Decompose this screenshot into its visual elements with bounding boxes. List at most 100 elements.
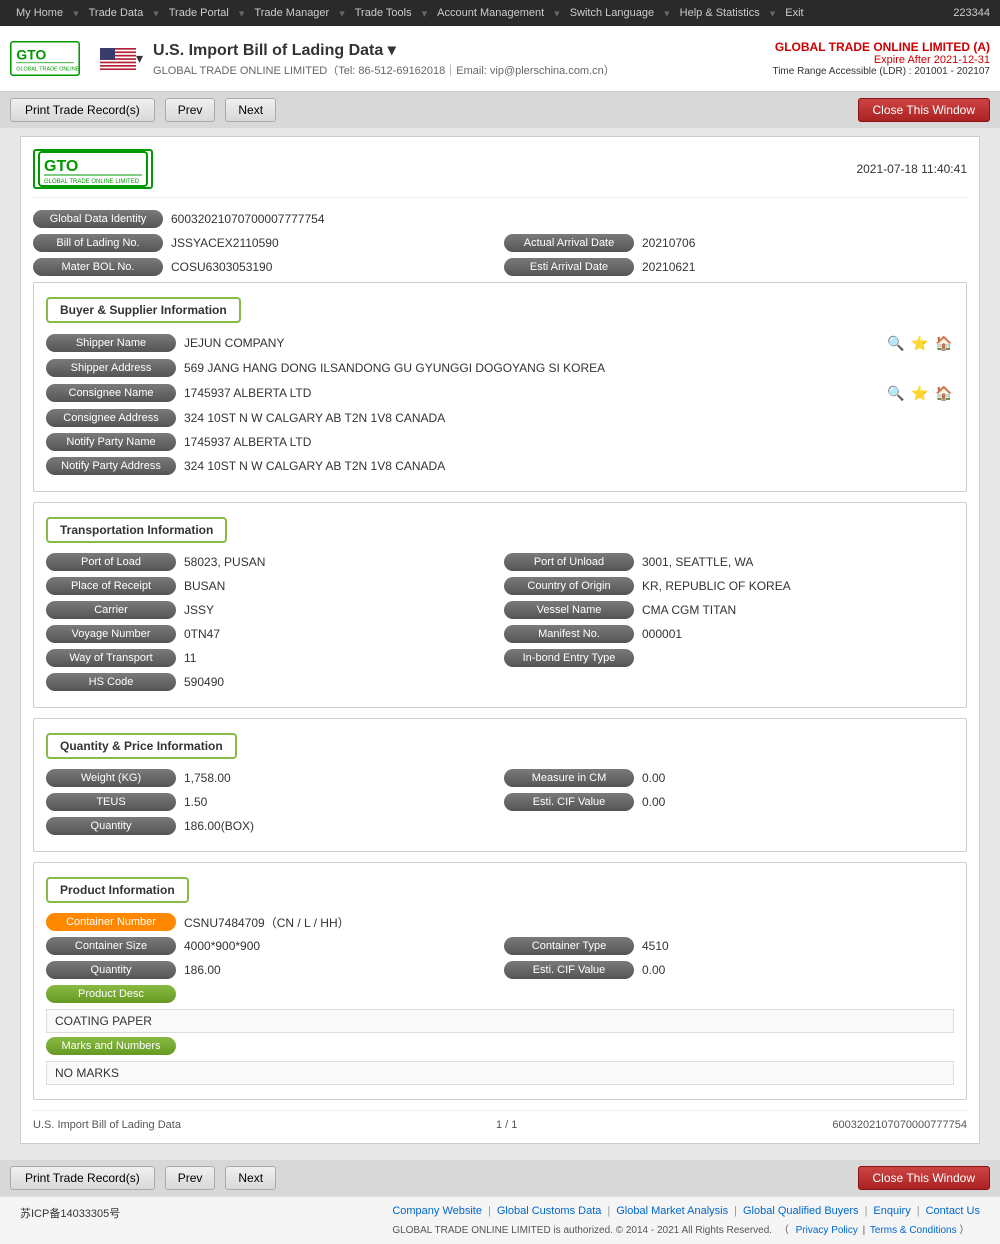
esti-arrival-label: Esti Arrival Date: [504, 258, 634, 276]
origin-label: Country of Origin: [504, 577, 634, 595]
cif2-label: Esti. CIF Value: [504, 961, 634, 979]
mater-bol-row: Mater BOL No. COSU6303053190 Esti Arriva…: [33, 258, 967, 276]
product-section: Product Information Container Number CSN…: [33, 862, 967, 1100]
bol-no-label: Bill of Lading No.: [33, 234, 163, 252]
marks-label: Marks and Numbers: [46, 1037, 176, 1055]
shipper-address-row: Shipper Address 569 JANG HANG DONG ILSAN…: [46, 359, 954, 377]
prev-button-top[interactable]: Prev: [165, 98, 216, 122]
port-load-value: 58023, PUSAN: [184, 555, 496, 569]
shipper-star-icon[interactable]: ⭐: [910, 333, 930, 353]
footer-link-customs[interactable]: Global Customs Data: [497, 1205, 602, 1217]
receipt-col: Place of Receipt BUSAN: [46, 577, 496, 595]
nav-helpstats[interactable]: Help & Statistics: [674, 7, 766, 19]
print-button-bottom[interactable]: Print Trade Record(s): [10, 1166, 155, 1190]
nav-accountmgmt[interactable]: Account Management: [431, 7, 550, 19]
logo-area: GTO GLOBAL TRADE ONLINE: [10, 36, 80, 81]
product-desc-label: Product Desc: [46, 985, 176, 1003]
notify-address-label: Notify Party Address: [46, 457, 176, 475]
shipper-name-value: JEJUN COMPANY: [184, 336, 874, 350]
mater-bol-value: COSU6303053190: [171, 260, 496, 274]
nav-myhome[interactable]: My Home: [10, 7, 69, 19]
shipper-address-label: Shipper Address: [46, 359, 176, 377]
top-navigation: My Home ▾ Trade Data ▾ Trade Portal ▾ Tr…: [0, 0, 1000, 26]
footer-link-enquiry[interactable]: Enquiry: [873, 1205, 910, 1217]
footer-links: Company Website | Global Customs Data | …: [392, 1205, 980, 1217]
nav-tradetools[interactable]: Trade Tools: [349, 7, 418, 19]
hs-code-value: 590490: [184, 675, 954, 689]
actual-arrival-col: Actual Arrival Date 20210706: [504, 234, 967, 252]
port-unload-col: Port of Unload 3001, SEATTLE, WA: [504, 553, 954, 571]
record-footer-page: 1 / 1: [496, 1119, 517, 1131]
product-desc-row: Product Desc: [46, 985, 954, 1003]
teus-col: TEUS 1.50: [46, 793, 496, 811]
footer-link-company[interactable]: Company Website: [392, 1205, 482, 1217]
footer-link-buyers[interactable]: Global Qualified Buyers: [743, 1205, 859, 1217]
measure-value: 0.00: [642, 771, 954, 785]
nav-switchlang[interactable]: Switch Language: [564, 7, 660, 19]
record-card: GTO GLOBAL TRADE ONLINE LIMITED 2021-07-…: [20, 136, 980, 1144]
inbond-col: In-bond Entry Type: [504, 649, 954, 667]
voyage-manifest-row: Voyage Number 0TN47 Manifest No. 000001: [46, 625, 954, 643]
transport-col: Way of Transport 11: [46, 649, 496, 667]
nav-exit[interactable]: Exit: [779, 7, 809, 19]
nav-trademanager[interactable]: Trade Manager: [248, 7, 335, 19]
hs-code-row: HS Code 590490: [46, 673, 954, 691]
next-button-top[interactable]: Next: [225, 98, 276, 122]
esti-arrival-value: 20210621: [642, 260, 967, 274]
time-range: Time Range Accessible (LDR) : 201001 - 2…: [772, 66, 990, 77]
shipper-search-icon[interactable]: 🔍: [886, 333, 906, 353]
svg-text:GLOBAL TRADE ONLINE LIMITED: GLOBAL TRADE ONLINE LIMITED: [44, 179, 140, 185]
flag-area[interactable]: ▾: [100, 48, 143, 70]
nav-tradedata[interactable]: Trade Data: [83, 7, 150, 19]
page-title: U.S. Import Bill of Lading Data ▾: [153, 40, 772, 60]
container-number-label: Container Number: [46, 913, 176, 931]
receipt-label: Place of Receipt: [46, 577, 176, 595]
footer-privacy[interactable]: Privacy Policy: [796, 1225, 858, 1236]
gto-logo: GTO GLOBAL TRADE ONLINE: [10, 36, 80, 81]
shipper-home-icon[interactable]: 🏠: [934, 333, 954, 353]
bottom-action-bar: Print Trade Record(s) Prev Next Close Th…: [0, 1160, 1000, 1196]
consignee-star-icon[interactable]: ⭐: [910, 383, 930, 403]
weight-value: 1,758.00: [184, 771, 496, 785]
transport-inbond-row: Way of Transport 11 In-bond Entry Type: [46, 649, 954, 667]
mater-bol-col: Mater BOL No. COSU6303053190: [33, 258, 496, 276]
consignee-home-icon[interactable]: 🏠: [934, 383, 954, 403]
next-button-bottom[interactable]: Next: [225, 1166, 276, 1190]
container-size-col: Container Size 4000*900*900: [46, 937, 496, 955]
page-footer: 苏ICP备14033305号 Company Website | Global …: [0, 1196, 1000, 1244]
transport-label: Way of Transport: [46, 649, 176, 667]
container-size-label: Container Size: [46, 937, 176, 955]
teus-label: TEUS: [46, 793, 176, 811]
shipper-name-label: Shipper Name: [46, 334, 176, 352]
container-number-row: Container Number CSNU7484709（CN / L / HH…: [46, 913, 954, 931]
container-type-label: Container Type: [504, 937, 634, 955]
consignee-search-icon[interactable]: 🔍: [886, 383, 906, 403]
bol-arrival-row: Bill of Lading No. JSSYACEX2110590 Actua…: [33, 234, 967, 252]
hs-code-label: HS Code: [46, 673, 176, 691]
global-data-row: Global Data Identity 6003202107070000777…: [33, 210, 967, 228]
container-type-value: 4510: [642, 939, 954, 953]
close-button-top[interactable]: Close This Window: [858, 98, 990, 122]
transport-header: Transportation Information: [46, 517, 227, 543]
footer-link-market[interactable]: Global Market Analysis: [616, 1205, 728, 1217]
global-data-value: 60032021070700007777754: [171, 212, 967, 226]
page-title-area: U.S. Import Bill of Lading Data ▾ GLOBAL…: [153, 40, 772, 78]
consignee-address-row: Consignee Address 324 10ST N W CALGARY A…: [46, 409, 954, 427]
footer-terms[interactable]: Terms & Conditions: [870, 1225, 957, 1236]
header-bar: GTO GLOBAL TRADE ONLINE ▾ U.S. Import Bi…: [0, 26, 1000, 92]
notify-address-row: Notify Party Address 324 10ST N W CALGAR…: [46, 457, 954, 475]
flag-dropdown[interactable]: ▾: [136, 50, 143, 67]
carrier-label: Carrier: [46, 601, 176, 619]
close-button-bottom[interactable]: Close This Window: [858, 1166, 990, 1190]
account-info: GLOBAL TRADE ONLINE LIMITED (A) Expire A…: [772, 40, 990, 77]
footer-link-contact[interactable]: Contact Us: [926, 1205, 980, 1217]
print-button-top[interactable]: Print Trade Record(s): [10, 98, 155, 122]
manifest-value: 000001: [642, 627, 954, 641]
bol-no-value: JSSYACEX2110590: [171, 236, 496, 250]
prev-button-bottom[interactable]: Prev: [165, 1166, 216, 1190]
consignee-address-label: Consignee Address: [46, 409, 176, 427]
weight-measure-row: Weight (KG) 1,758.00 Measure in CM 0.00: [46, 769, 954, 787]
nav-tradeportal[interactable]: Trade Portal: [163, 7, 235, 19]
consignee-name-label: Consignee Name: [46, 384, 176, 402]
port-load-col: Port of Load 58023, PUSAN: [46, 553, 496, 571]
